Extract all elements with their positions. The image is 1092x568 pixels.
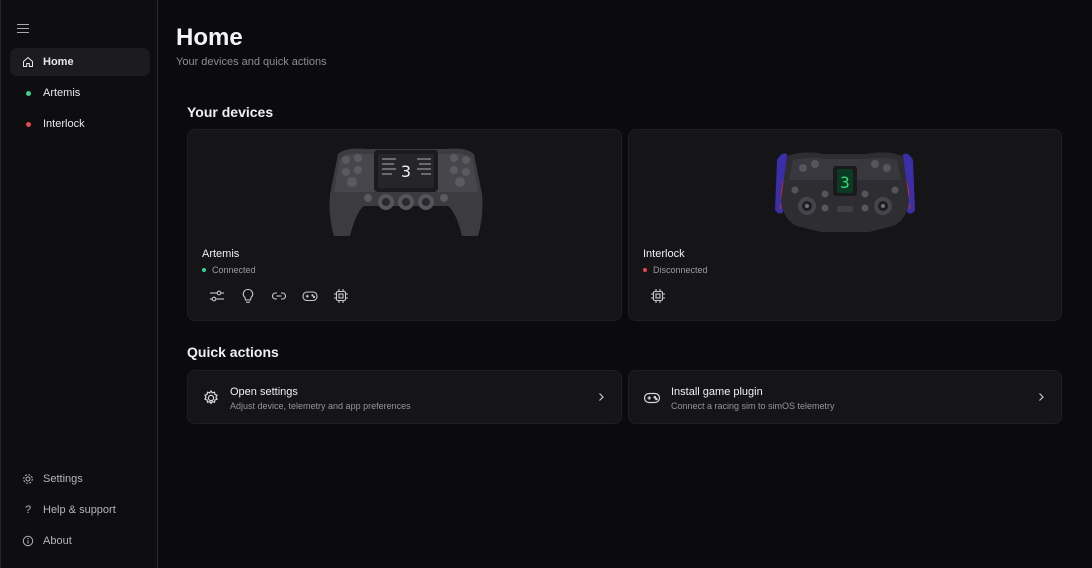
- sidebar-item-home[interactable]: Home: [10, 48, 150, 76]
- devices-section-title: Your devices: [187, 104, 274, 120]
- svg-text:3: 3: [401, 162, 411, 181]
- status-dot: [202, 268, 206, 272]
- status-text: Disconnected: [653, 265, 708, 275]
- device-name: Artemis: [202, 248, 240, 260]
- sidebar-item-artemis[interactable]: Artemis: [10, 79, 150, 107]
- sidebar-item-label: Settings: [43, 473, 83, 485]
- link-icon[interactable]: [270, 287, 288, 305]
- sidebar-item-settings[interactable]: Settings: [10, 465, 150, 493]
- page-subtitle: Your devices and quick actions: [176, 56, 327, 68]
- quick-actions-section-title: Quick actions: [187, 344, 279, 360]
- action-description: Adjust device, telemetry and app prefere…: [230, 401, 411, 411]
- sidebar-item-label: Home: [43, 56, 74, 68]
- sliders-icon[interactable]: [208, 287, 226, 305]
- sidebar-item-help[interactable]: ? Help & support: [10, 496, 150, 524]
- sidebar-item-label: Artemis: [43, 87, 81, 99]
- sidebar: Home Artemis Interlock Settings ? Help &…: [0, 0, 158, 568]
- main-content: Home Your devices and quick actions Your…: [176, 0, 1092, 568]
- device-tools: [208, 287, 363, 305]
- gear-icon: [21, 472, 35, 486]
- device-card-interlock[interactable]: 3 Interlock Disconnected: [628, 129, 1062, 321]
- chip-icon[interactable]: [649, 287, 667, 305]
- lightbulb-icon[interactable]: [239, 287, 257, 305]
- interlock-wheel-image: 3: [775, 152, 915, 232]
- action-title: Open settings: [230, 386, 298, 398]
- device-name: Interlock: [643, 248, 685, 260]
- action-title: Install game plugin: [671, 386, 763, 398]
- gamepad-icon[interactable]: [301, 287, 319, 305]
- device-status: Disconnected: [643, 265, 708, 275]
- gamepad-icon: [643, 392, 661, 404]
- sidebar-item-about[interactable]: About: [10, 527, 150, 555]
- sidebar-item-label: Interlock: [43, 118, 85, 130]
- status-dot: [25, 90, 31, 96]
- chip-icon[interactable]: [332, 287, 350, 305]
- sidebar-item-label: Help & support: [43, 504, 116, 516]
- home-icon: [21, 55, 35, 69]
- status-dot: [643, 268, 647, 272]
- action-description: Connect a racing sim to simOS telemetry: [671, 401, 835, 411]
- artemis-wheel-image: 3: [329, 148, 483, 236]
- status-dot: [25, 121, 31, 127]
- hamburger-icon[interactable]: [17, 24, 29, 34]
- chevron-right-icon: [599, 393, 604, 401]
- open-settings-action[interactable]: Open settings Adjust device, telemetry a…: [187, 370, 622, 424]
- svg-text:3: 3: [840, 173, 850, 192]
- device-tools: [649, 287, 680, 305]
- info-icon: [21, 534, 35, 548]
- device-status: Connected: [202, 265, 256, 275]
- device-card-artemis[interactable]: 3 Artemis Connected: [187, 129, 622, 321]
- gear-icon: [204, 389, 218, 405]
- chevron-right-icon: [1039, 393, 1044, 401]
- status-text: Connected: [212, 265, 256, 275]
- question-icon: ?: [24, 504, 32, 516]
- install-game-plugin-action[interactable]: Install game plugin Connect a racing sim…: [628, 370, 1062, 424]
- page-title: Home: [176, 24, 243, 51]
- sidebar-item-interlock[interactable]: Interlock: [10, 110, 150, 138]
- sidebar-item-label: About: [43, 535, 72, 547]
